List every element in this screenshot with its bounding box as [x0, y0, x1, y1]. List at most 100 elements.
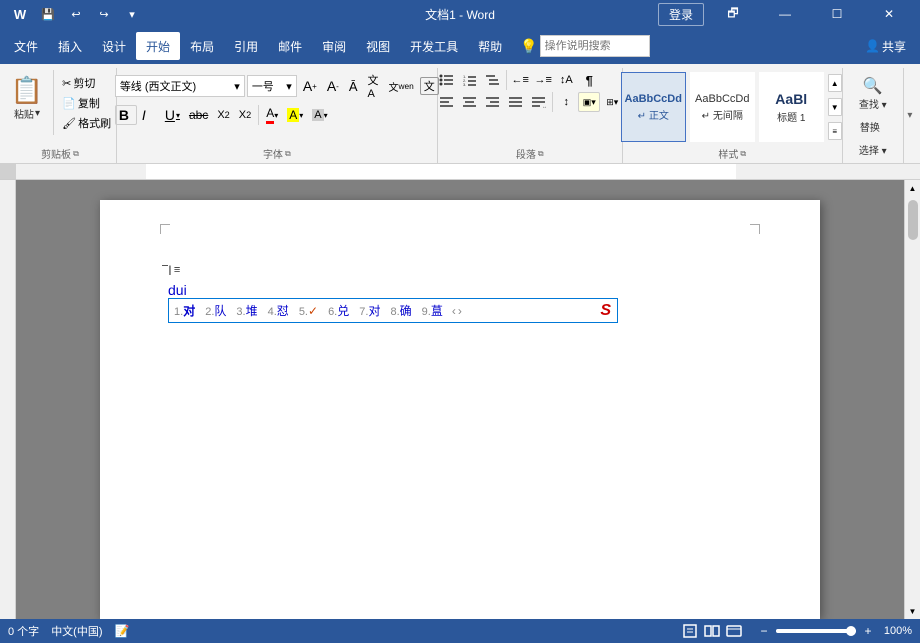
distributed-button[interactable]: ↔ [528, 92, 550, 112]
document-canvas[interactable]: I ≡ dui 1.对 2.队 [16, 180, 904, 619]
font-size-selector[interactable]: 一号 ▾ [247, 75, 297, 97]
font-color-dropdown-icon[interactable]: ▾ [274, 111, 278, 120]
select-button[interactable]: 选择 ▾ [855, 140, 891, 159]
maximize-button[interactable]: ☐ [814, 0, 860, 28]
scroll-down-button[interactable]: ▼ [905, 603, 920, 619]
styles-dialog-icon[interactable]: ⧉ [740, 149, 746, 159]
cut-button[interactable]: ✂ 剪切 [58, 74, 115, 92]
find-button[interactable]: 🔍 查找 ▾ [855, 74, 891, 113]
zoom-slider[interactable] [776, 629, 856, 633]
scroll-thumb[interactable] [908, 200, 918, 240]
scroll-track[interactable] [905, 196, 920, 603]
highlight-dropdown-icon[interactable]: ▾ [299, 111, 303, 120]
undo-button[interactable]: ↩ [64, 2, 88, 26]
styles-scroll-up[interactable]: ▲ [828, 74, 842, 92]
menu-insert[interactable]: 插入 [48, 32, 92, 60]
menu-help[interactable]: 帮助 [468, 32, 512, 60]
align-center-button[interactable] [459, 92, 481, 112]
qat-customize-button[interactable]: ▾ [120, 2, 144, 26]
align-right-button[interactable] [482, 92, 504, 112]
menu-review[interactable]: 审阅 [312, 32, 356, 60]
ime-suggestion-1[interactable]: 1.对 [169, 300, 200, 321]
ime-suggestion-2[interactable]: 2.队 [200, 300, 231, 321]
scroll-up-button[interactable]: ▲ [905, 180, 920, 196]
language-label[interactable]: 中文(中国) [51, 623, 102, 639]
login-button[interactable]: 登录 [658, 3, 704, 26]
window-restore-helper[interactable]: 🗗 [710, 0, 756, 28]
zoom-slider-thumb[interactable] [846, 626, 856, 636]
change-case-button[interactable]: 文A [364, 70, 383, 102]
decrease-indent-button[interactable]: ←≡ [509, 70, 531, 90]
zoom-level-label[interactable]: 100% [880, 625, 912, 637]
document-page[interactable]: I ≡ dui 1.对 2.队 [100, 200, 820, 619]
close-button[interactable]: ✕ [866, 0, 912, 28]
style-normal-item[interactable]: AaBbCcDd ↵ 正文 [621, 72, 686, 142]
justify-button[interactable] [505, 92, 527, 112]
ime-suggestion-7[interactable]: 7.对 [354, 300, 385, 321]
ime-suggestion-4[interactable]: 4.怼 [263, 300, 294, 321]
paste-button[interactable]: 📋 粘贴 ▾ [5, 70, 49, 125]
ribbon-search-box[interactable] [540, 35, 650, 57]
menu-view[interactable]: 视图 [356, 32, 400, 60]
style-nospacing-item[interactable]: AaBbCcDd ↵ 无间隔 [690, 72, 755, 142]
align-left-button[interactable] [436, 92, 458, 112]
ime-next-button[interactable]: › [458, 304, 462, 318]
read-view-button[interactable] [702, 623, 722, 639]
ime-suggestions-popup[interactable]: 1.对 2.队 3.堆 4.怼 5.✓ [168, 298, 618, 323]
styles-more-button[interactable]: ≡ [828, 122, 842, 140]
ribbon-scroll-button[interactable]: ▾ [903, 68, 916, 163]
ribbon-search-input[interactable] [545, 40, 645, 52]
share-button[interactable]: 👤 共享 [855, 32, 916, 60]
clipboard-dialog-icon[interactable]: ⧉ [73, 149, 79, 159]
phonetic-guide-button[interactable]: 文wen [385, 77, 418, 96]
ime-suggestion-5[interactable]: 5.✓ [294, 302, 323, 320]
menu-mailings[interactable]: 邮件 [268, 32, 312, 60]
numbering-button[interactable]: 1.2.3. [459, 70, 481, 90]
save-qat-button[interactable]: 💾 [36, 2, 60, 26]
show-marks-button[interactable]: ¶ [578, 70, 600, 90]
zoom-out-button[interactable]: − [756, 623, 772, 639]
print-view-button[interactable] [680, 623, 700, 639]
underline-button[interactable]: U▾ [161, 105, 184, 125]
subscript-button[interactable]: X2 [213, 107, 233, 123]
font-dialog-icon[interactable]: ⧉ [285, 149, 291, 159]
menu-references[interactable]: 引用 [224, 32, 268, 60]
italic-button[interactable]: I [138, 105, 160, 125]
increase-font-button[interactable]: A+ [299, 76, 321, 96]
styles-scroll-down[interactable]: ▼ [828, 98, 842, 116]
ime-suggestion-6[interactable]: 6.兑 [323, 300, 354, 321]
increase-indent-button[interactable]: →≡ [532, 70, 554, 90]
clear-format-button[interactable]: Ā [345, 77, 362, 96]
menu-home[interactable]: 开始 [136, 32, 180, 60]
style-heading1-item[interactable]: AaBl 标题 1 [759, 72, 824, 142]
web-view-button[interactable] [724, 623, 744, 639]
highlight-button[interactable]: A ▾ [283, 106, 307, 124]
copy-button[interactable]: 📄 复制 [58, 94, 115, 112]
font-name-selector[interactable]: 等线 (西文正文) ▾ [115, 75, 245, 97]
ime-suggestion-8[interactable]: 8.确 [385, 300, 416, 321]
multilevel-list-button[interactable] [482, 70, 504, 90]
font-color-button[interactable]: A ▾ [262, 104, 282, 126]
superscript-button[interactable]: X2 [235, 107, 255, 123]
bold-button[interactable]: B [115, 105, 137, 125]
char-border-dropdown-icon[interactable]: ▾ [324, 111, 328, 120]
redo-button[interactable]: ↪ [92, 2, 116, 26]
replace-button[interactable]: 替换 [855, 117, 885, 136]
sort-button[interactable]: ↕A [555, 70, 577, 90]
ime-suggestion-9[interactable]: 9.蒀 [417, 300, 448, 321]
paste-dropdown-icon[interactable]: ▾ [35, 108, 40, 119]
strikethrough-button[interactable]: abc [185, 106, 212, 124]
ime-suggestion-3[interactable]: 3.堆 [231, 300, 262, 321]
minimize-button[interactable]: — [762, 0, 808, 28]
paragraph-dialog-icon[interactable]: ⧉ [538, 149, 544, 159]
menu-design[interactable]: 设计 [92, 32, 136, 60]
char-shading-button[interactable]: A ▾ [308, 107, 331, 123]
line-spacing-button[interactable]: ↕ [555, 92, 577, 112]
zoom-in-button[interactable]: + [860, 623, 876, 639]
menu-developer[interactable]: 开发工具 [400, 32, 468, 60]
ime-prev-button[interactable]: ‹ [452, 304, 456, 318]
decrease-font-button[interactable]: A- [323, 76, 343, 96]
menu-layout[interactable]: 布局 [180, 32, 224, 60]
shading-button[interactable]: ▣▾ [578, 92, 600, 112]
ime-input-area[interactable]: I ≡ dui 1.对 2.队 [168, 262, 189, 299]
